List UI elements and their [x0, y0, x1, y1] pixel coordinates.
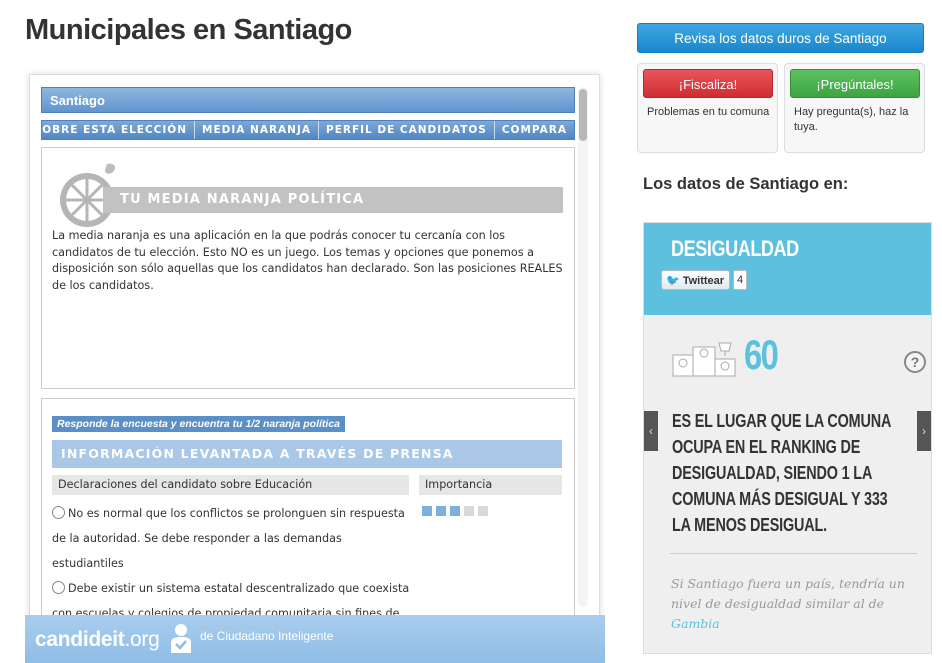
widget-content: Santiago SOBRE ESTA ELECCIÓN MEDIA NARAN… [34, 87, 575, 618]
radio-button[interactable] [52, 506, 65, 519]
widget-nav: SOBRE ESTA ELECCIÓN MEDIA NARANJA PERFIL… [34, 120, 575, 140]
next-arrow-icon[interactable]: › [917, 411, 931, 451]
candideit-logo[interactable]: candideit.org [35, 628, 160, 652]
ranking-number: 60 [744, 331, 779, 378]
media-naranja-box: TU MEDIA NARANJA POLÍTICA La media naran… [41, 147, 575, 389]
answer-option-continuation: de la autoridad. Se debe responder a las… [52, 532, 342, 570]
statements-header: Declaraciones del candidato sobre Educac… [52, 475, 409, 495]
comparison-country-link[interactable]: Gambia [671, 616, 720, 631]
importance-square[interactable] [422, 506, 432, 516]
answer-text: No es normal que los conflictos se prolo… [68, 507, 405, 520]
podium-icon [672, 342, 736, 377]
nav-perfil-candidatos[interactable]: PERFIL DE CANDIDATOS [318, 121, 494, 139]
page-title: Municipales en Santiago [25, 14, 352, 46]
answer-option[interactable]: Debe existir un sistema estatal descentr… [52, 576, 412, 601]
survey-box: Responde la encuesta y encuentra tu 1/2 … [41, 398, 575, 618]
importance-scale[interactable] [422, 506, 488, 516]
radio-button[interactable] [52, 581, 65, 594]
ranking-description: ES EL LUGAR QUE LA COMUNA OCUPA EN EL RA… [672, 411, 891, 535]
prev-arrow-icon[interactable]: ‹ [644, 411, 658, 451]
widget-footer: candideit.org de Ciudadano Inteligente [25, 615, 605, 663]
candidate-widget-frame: Santiago SOBRE ESTA ELECCIÓN MEDIA NARAN… [29, 74, 600, 619]
city-bar: Santiago [41, 87, 575, 113]
fiscaliza-button[interactable]: ¡Fiscaliza! [643, 69, 773, 98]
media-naranja-description: La media naranja es una aplicación en la… [52, 229, 563, 292]
fiscaliza-text: Problemas en tu comuna [647, 106, 770, 118]
panel-title: DESIGUALDAD [671, 236, 799, 261]
user-icon [171, 624, 191, 653]
survey-tag: Responde la encuesta y encuentra tu 1/2 … [52, 416, 346, 432]
answer-option[interactable]: No es normal que los conflictos se prolo… [52, 501, 412, 526]
country-comparison: Si Santiago fuera un país, tendría un ni… [671, 576, 905, 631]
panel-header: DESIGUALDAD 🐦 Twittear 4 [644, 223, 931, 315]
tweet-button[interactable]: 🐦 Twittear [661, 270, 730, 290]
twitter-icon: 🐦 [666, 275, 680, 287]
scroll-thumb[interactable] [579, 89, 587, 141]
fiscaliza-card: ¡Fiscaliza! Problemas en tu comuna [637, 63, 778, 153]
preguntales-card: ¡Pregúntales! Hay pregunta(s), haz la tu… [784, 63, 925, 153]
importance-square[interactable] [436, 506, 446, 516]
widget-scrollbar[interactable] [578, 87, 588, 607]
nav-media-naranja[interactable]: MEDIA NARANJA [194, 121, 318, 139]
importance-header: Importancia [419, 475, 562, 495]
answer-text: Debe existir un sistema estatal descentr… [68, 582, 410, 595]
press-info-banner: INFORMACIÓN LEVANTADA A TRAVÉS DE PRENSA [52, 440, 562, 468]
importance-square[interactable] [464, 506, 474, 516]
footer-credit[interactable]: de Ciudadano Inteligente [200, 629, 333, 643]
datos-duros-button[interactable]: Revisa los datos duros de Santiago [637, 23, 924, 53]
nav-compara[interactable]: COMPARA [493, 121, 574, 139]
sidebar-heading: Los datos de Santiago en: [643, 175, 849, 193]
preguntales-text: Hay pregunta(s), haz la tuya. [794, 106, 909, 133]
importance-square[interactable] [478, 506, 488, 516]
tweet-count: 4 [733, 270, 747, 290]
desigualdad-panel: DESIGUALDAD 🐦 Twittear 4 60 ? ‹ ES EL LUG… [643, 222, 932, 654]
importance-square[interactable] [450, 506, 460, 516]
media-naranja-title: TU MEDIA NARANJA POLÍTICA [103, 187, 563, 213]
nav-sobre-eleccion[interactable]: SOBRE ESTA ELECCIÓN [30, 121, 194, 139]
answer-list: No es normal que los conflictos se prolo… [52, 501, 412, 618]
help-icon[interactable]: ? [904, 351, 926, 373]
panel-divider [670, 553, 917, 554]
preguntales-button[interactable]: ¡Pregúntales! [790, 69, 920, 98]
